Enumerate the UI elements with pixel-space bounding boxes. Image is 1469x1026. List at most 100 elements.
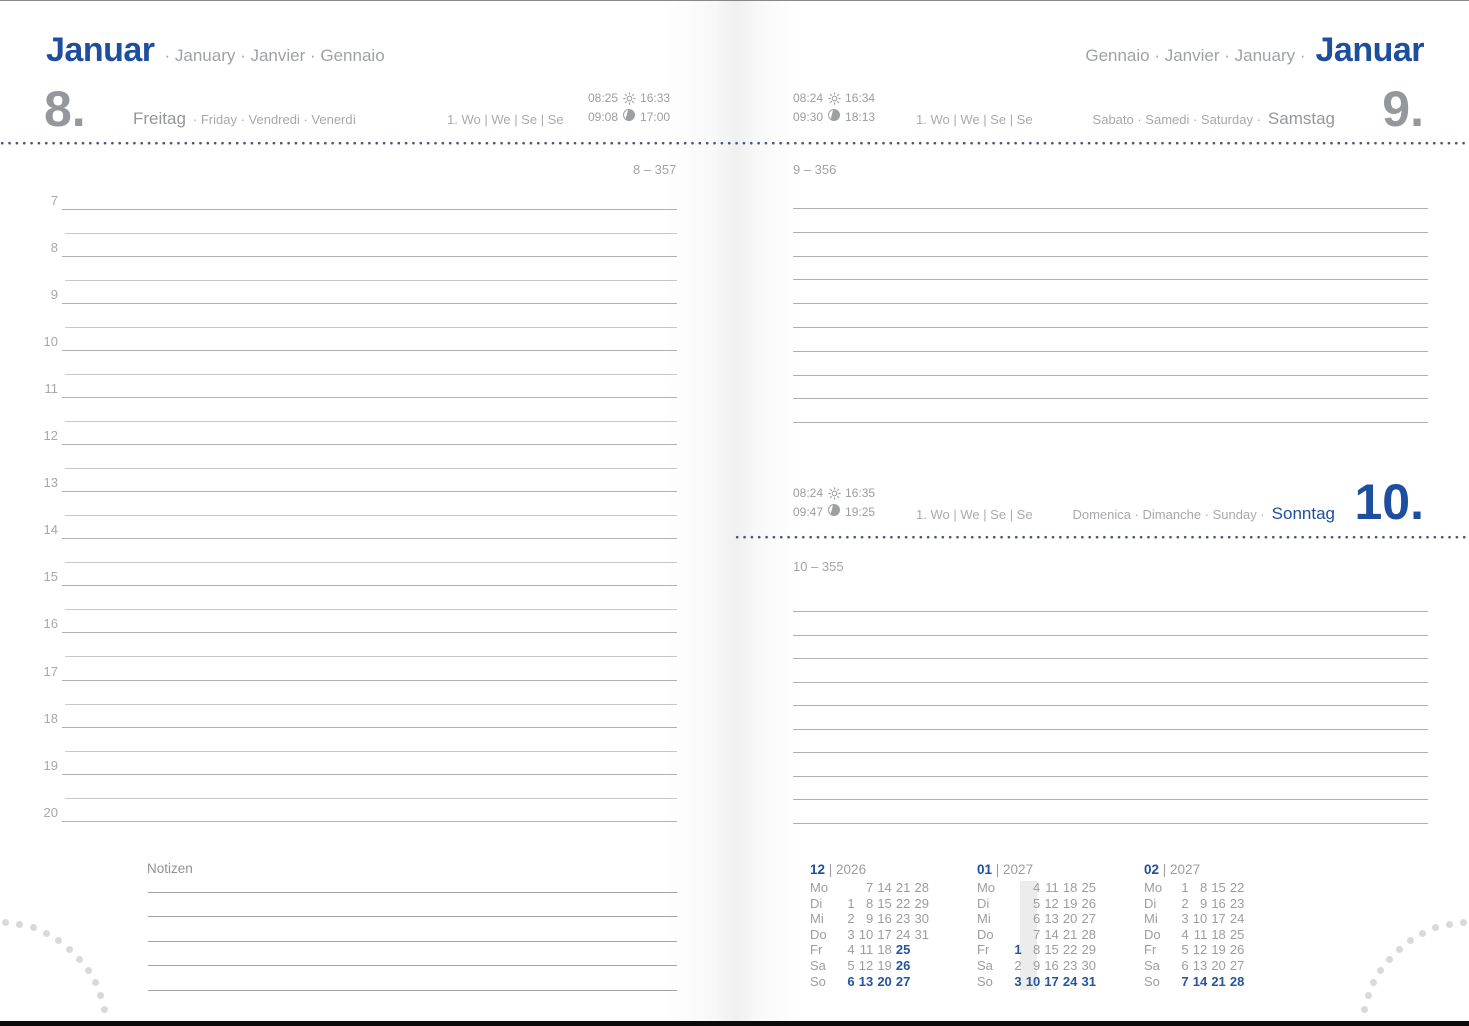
calendar-day — [1244, 911, 1263, 927]
calendar-day: 10 — [1192, 911, 1208, 927]
dotted-rule-sunday — [735, 535, 1469, 540]
calendar-day: 7 — [1181, 973, 1189, 989]
hour-label: 15 — [43, 569, 58, 584]
calendar-day — [1003, 911, 1022, 927]
calendar-week-row: Di 5 12 19 26 — [977, 896, 1096, 912]
hour-line — [62, 821, 677, 822]
ruled-line — [793, 705, 1428, 706]
decorative-dot — [100, 1005, 108, 1013]
calendar-week-row: Sa 5 12 19 26 — [810, 958, 929, 974]
calendar-day: 4 — [1032, 880, 1041, 895]
decorative-dot — [42, 929, 50, 937]
calendar-day: 9 — [1032, 957, 1041, 973]
calendar-week-row: Fr 1 8 15 22 29 — [977, 942, 1096, 958]
hour-label: 10 — [43, 334, 58, 349]
mini-calendar: 12 | 2026 Mo 7 14 21 28 Di 1 8 15 22 29 Mi 2 9 16 23 30 Do… — [810, 860, 929, 989]
calendar-month: 12 — [810, 862, 826, 877]
calendar-day: 5 — [1032, 895, 1041, 911]
calendar-day: 6 — [1032, 911, 1041, 927]
calendar-day: 8 — [1199, 880, 1208, 895]
calendar-day — [910, 958, 929, 974]
half-hour-line — [65, 468, 677, 469]
decorative-dot — [1361, 1005, 1369, 1013]
ruled-line — [793, 256, 1428, 257]
calendar-day: 2 — [1014, 957, 1022, 973]
half-hour-line — [65, 421, 677, 422]
calendar-day: 28 — [1229, 973, 1245, 989]
weekday-label: Do — [1144, 926, 1161, 942]
calendar-day — [1003, 896, 1022, 912]
sun-moon-times-saturday: 08:24 16:34 09:30 18:13 — [793, 91, 875, 124]
hour-line — [62, 632, 677, 633]
calendar-day: 20 — [1211, 957, 1226, 973]
mini-calendar: 01 | 2027 Mo 4 11 18 25 Di 5 12 19 26 Mi 6 13 20 27 Do 7 1… — [977, 860, 1096, 990]
hour-label: 19 — [43, 758, 58, 773]
calendar-day: 12 — [1192, 942, 1208, 958]
calendar-day: 11 — [1193, 926, 1208, 942]
month-header-left: Januar · January · Janvier · Gennaio — [46, 31, 385, 70]
sunrise-time: 08:24 — [793, 486, 824, 500]
month-header-right: Gennaio · Janvier · January · Januar — [1085, 31, 1424, 70]
weekday-label: Mo — [977, 880, 996, 895]
decorative-dot — [2, 918, 10, 926]
weekday-label: Di — [810, 895, 823, 911]
calendar-day: 6 — [1181, 957, 1189, 973]
calendar-day: 17 — [877, 926, 892, 942]
moonset-time: 19:25 — [845, 504, 876, 519]
month-title-translations: Gennaio · Janvier · January · — [1085, 46, 1306, 65]
mini-calendar: 02 | 2027 Mo 1 8 15 22 Di 2 9 16 23 Mi 3 10 17 24 Do 4 11 1… — [1144, 860, 1263, 989]
calendar-week-row: So 7 14 21 28 — [1144, 974, 1263, 990]
calendar-month: 02 — [1144, 862, 1160, 877]
calendar-day: 24 — [1229, 911, 1245, 927]
half-hour-line — [65, 562, 677, 563]
day-name-translations: · Friday · Vendredi · Venerdì — [192, 112, 357, 127]
calendar-day: 17 — [1211, 911, 1226, 927]
calendar-day — [1244, 958, 1263, 974]
decorative-dot — [96, 992, 104, 1000]
day-name-german: Samstag — [1267, 109, 1335, 128]
calendar-day — [1003, 927, 1022, 943]
page-gutter-shadow — [664, 0, 802, 1026]
ruled-line — [793, 232, 1428, 233]
calendar-day: 19 — [877, 957, 892, 973]
calendar-day: 14 — [1044, 926, 1059, 942]
hour-line — [62, 680, 677, 681]
day-name-translations: Domenica · Dimanche · Sunday · — [1072, 507, 1265, 522]
hour-line — [62, 209, 677, 210]
day-counter-sunday: 10 – 355 — [793, 559, 844, 574]
calendar-day: 10 — [858, 926, 874, 942]
calendar-week-row: Fr 4 11 18 25 — [810, 942, 929, 958]
calendar-day: 7 — [865, 880, 874, 895]
calendar-day — [910, 942, 929, 958]
ruled-line — [148, 965, 677, 966]
decorative-dot — [84, 966, 92, 974]
calendar-day: 21 — [895, 880, 911, 895]
calendar-week-row: Do 4 11 18 25 — [1144, 927, 1263, 943]
ruled-line — [148, 892, 677, 893]
ruled-line — [793, 375, 1428, 376]
calendar-day: 26 — [895, 957, 911, 973]
calendar-day — [836, 880, 855, 896]
hour-label: 16 — [43, 616, 58, 631]
decorative-dot — [1377, 966, 1385, 974]
calendar-day: 27 — [1081, 911, 1096, 927]
calendar-day — [1244, 974, 1263, 990]
calendar-day: 18 — [1062, 880, 1078, 895]
weekday-label: Mo — [1144, 880, 1163, 895]
calendar-week-row: Mi 6 13 20 27 — [977, 911, 1096, 927]
day-number-friday: 8. — [44, 81, 86, 137]
sun-moon-times-friday: 08:25 16:33 09:08 17:00 — [588, 91, 670, 124]
calendar-day: 25 — [895, 942, 911, 958]
calendar-day: 13 — [858, 973, 874, 989]
calendar-day: 23 — [895, 911, 911, 927]
calendar-day: 29 — [914, 895, 929, 911]
calendar-day: 13 — [1192, 957, 1208, 973]
weekday-label: Sa — [810, 957, 826, 973]
calendar-day: 3 — [1014, 973, 1022, 989]
day-name-translations: Sabato · Samedi · Saturday · — [1092, 112, 1261, 127]
half-hour-line — [65, 280, 677, 281]
calendar-day: 25 — [1229, 926, 1245, 942]
day-number-sunday: 10. — [1354, 474, 1424, 530]
calendar-day: 13 — [1044, 911, 1059, 927]
moon-icon — [828, 109, 841, 124]
